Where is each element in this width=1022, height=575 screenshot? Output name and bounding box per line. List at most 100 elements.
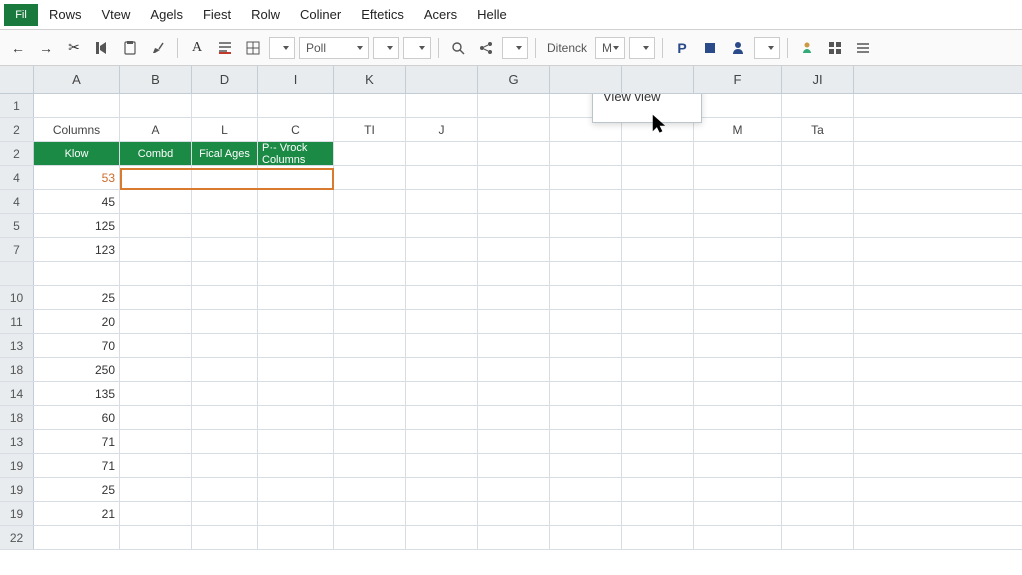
cell[interactable]: [694, 214, 782, 237]
cell[interactable]: Klow: [34, 142, 120, 165]
cell[interactable]: M: [694, 118, 782, 141]
cell[interactable]: [550, 526, 622, 549]
cell[interactable]: L: [192, 118, 258, 141]
cell[interactable]: [550, 430, 622, 453]
cell[interactable]: 250: [34, 358, 120, 381]
cell[interactable]: [192, 502, 258, 525]
cell[interactable]: [334, 454, 406, 477]
person-color-icon[interactable]: [795, 36, 819, 60]
cell[interactable]: [258, 238, 334, 261]
row-header[interactable]: 10: [0, 286, 34, 309]
cell[interactable]: 25: [34, 286, 120, 309]
cell[interactable]: [622, 526, 694, 549]
cell[interactable]: [550, 310, 622, 333]
cell[interactable]: [694, 502, 782, 525]
cell[interactable]: [192, 454, 258, 477]
cell[interactable]: [478, 142, 550, 165]
align-icon[interactable]: [213, 36, 237, 60]
cell[interactable]: [782, 478, 854, 501]
cell[interactable]: 135: [34, 382, 120, 405]
cell[interactable]: [782, 454, 854, 477]
menu-fiest[interactable]: Fiest: [194, 4, 240, 25]
cell[interactable]: [334, 406, 406, 429]
zoom-icon[interactable]: [446, 36, 470, 60]
cell[interactable]: [192, 94, 258, 117]
row-header[interactable]: 19: [0, 502, 34, 525]
cell[interactable]: Combd: [120, 142, 192, 165]
cell[interactable]: [550, 382, 622, 405]
cell[interactable]: [192, 310, 258, 333]
cell[interactable]: 125: [34, 214, 120, 237]
cell[interactable]: 71: [34, 430, 120, 453]
menu-coliner[interactable]: Coliner: [291, 4, 350, 25]
cell[interactable]: [550, 478, 622, 501]
cell[interactable]: [478, 526, 550, 549]
font-letter-icon[interactable]: A: [185, 36, 209, 60]
menu-agels[interactable]: Agels: [141, 4, 192, 25]
paintbrush-icon[interactable]: [146, 36, 170, 60]
cell[interactable]: [782, 94, 854, 117]
cell[interactable]: [782, 358, 854, 381]
cell[interactable]: [120, 406, 192, 429]
row-header[interactable]: 4: [0, 166, 34, 189]
row-header[interactable]: 13: [0, 430, 34, 453]
cell[interactable]: [120, 334, 192, 357]
cell[interactable]: [258, 478, 334, 501]
cell[interactable]: [550, 238, 622, 261]
column-header[interactable]: [406, 66, 478, 93]
cell[interactable]: [622, 238, 694, 261]
cell[interactable]: 25: [34, 478, 120, 501]
column-header[interactable]: G: [478, 66, 550, 93]
cell[interactable]: [478, 166, 550, 189]
column-header[interactable]: [550, 66, 622, 93]
cell[interactable]: [694, 190, 782, 213]
cell[interactable]: [192, 214, 258, 237]
cell[interactable]: [334, 382, 406, 405]
cell[interactable]: [694, 478, 782, 501]
cell[interactable]: [120, 502, 192, 525]
clipboard-icon[interactable]: [118, 36, 142, 60]
cell[interactable]: [258, 94, 334, 117]
dropdown-4[interactable]: [502, 37, 528, 59]
cell[interactable]: [622, 406, 694, 429]
cell[interactable]: [478, 478, 550, 501]
cell[interactable]: [258, 454, 334, 477]
cell[interactable]: [478, 334, 550, 357]
cell[interactable]: [622, 478, 694, 501]
bold-p-icon[interactable]: P: [670, 36, 694, 60]
column-header[interactable]: K: [334, 66, 406, 93]
cell[interactable]: [478, 502, 550, 525]
cell[interactable]: [478, 310, 550, 333]
cell[interactable]: [192, 478, 258, 501]
scissors-icon[interactable]: ✂: [62, 36, 86, 60]
person-icon[interactable]: [726, 36, 750, 60]
column-header[interactable]: JI: [782, 66, 854, 93]
cell[interactable]: 20: [34, 310, 120, 333]
column-header[interactable]: B: [120, 66, 192, 93]
forward-icon[interactable]: →: [34, 36, 58, 60]
cell[interactable]: [782, 310, 854, 333]
block-icon[interactable]: [698, 36, 722, 60]
cell[interactable]: [120, 310, 192, 333]
border-icon[interactable]: [241, 36, 265, 60]
cell[interactable]: [120, 94, 192, 117]
menu-acers[interactable]: Acers: [415, 4, 466, 25]
cell[interactable]: [622, 358, 694, 381]
cell[interactable]: [334, 334, 406, 357]
cell[interactable]: [622, 334, 694, 357]
cell[interactable]: [406, 238, 478, 261]
cell[interactable]: [334, 142, 406, 165]
cell[interactable]: [694, 430, 782, 453]
cell[interactable]: [406, 166, 478, 189]
cell[interactable]: [406, 142, 478, 165]
cell[interactable]: [334, 358, 406, 381]
cell[interactable]: [334, 310, 406, 333]
cell[interactable]: [258, 286, 334, 309]
cell[interactable]: [694, 310, 782, 333]
menu-rows[interactable]: Rows: [40, 4, 91, 25]
cell[interactable]: [406, 310, 478, 333]
cell[interactable]: [406, 478, 478, 501]
cell[interactable]: [334, 190, 406, 213]
row-header[interactable]: 4: [0, 190, 34, 213]
cell[interactable]: P·- Vrock Columns: [258, 142, 334, 165]
